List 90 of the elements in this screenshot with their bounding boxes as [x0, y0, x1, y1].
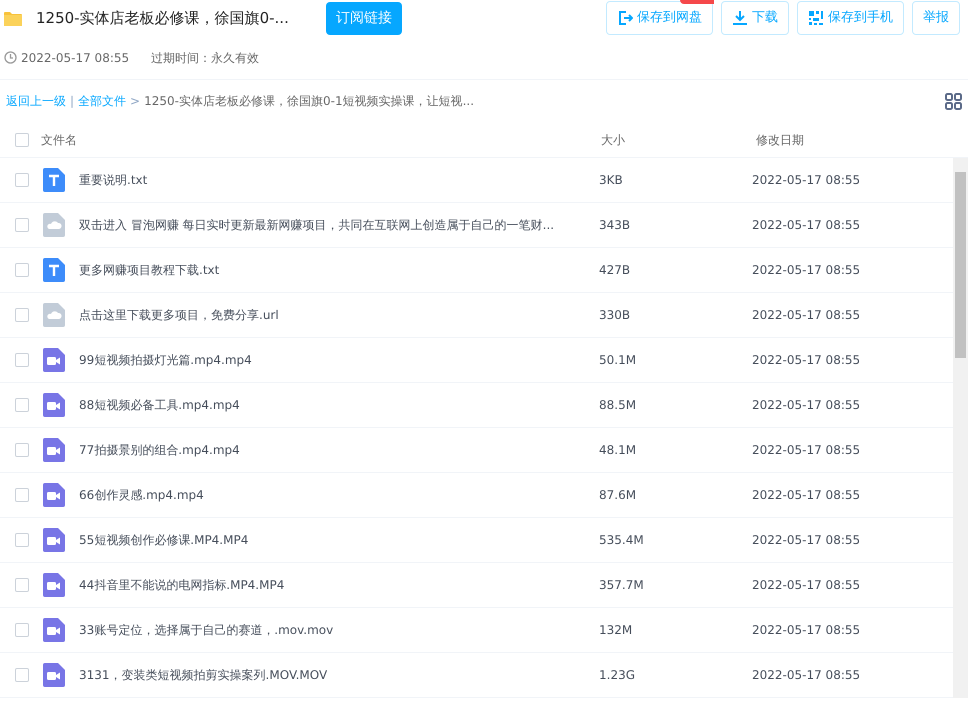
file-row[interactable]: 重要说明.txt 3KB 2022-05-17 08:55 [0, 158, 953, 203]
row-checkbox[interactable] [15, 263, 29, 277]
row-checkbox[interactable] [15, 398, 29, 412]
file-name[interactable]: 99短视频拍摄灯光篇.mp4.mp4 [79, 351, 599, 369]
modified-date: 2022-05-17 08:55 [752, 307, 860, 324]
modified-date: 2022-05-17 08:55 [752, 532, 860, 549]
file-size: 87.6M [599, 487, 638, 504]
file-row[interactable]: 88短视频必备工具.mp4.mp4 88.5M 2022-05-17 08:55 [0, 383, 953, 428]
file-name[interactable]: 3131，变装类短视频拍剪实操案列.MOV.MOV [79, 666, 599, 684]
file-size: 330B [599, 307, 632, 324]
modified-date: 2022-05-17 08:55 [752, 577, 860, 594]
download-icon [732, 10, 748, 26]
current-folder: 1250-实体店老板必修课，徐国旗0-1短视频实操课，让短视... [144, 93, 474, 110]
column-header[interactable]: 文件名 [41, 130, 601, 148]
video-file-icon [43, 438, 65, 462]
modified-date: 2022-05-17 08:55 [752, 262, 860, 279]
video-file-icon [43, 618, 65, 642]
modified-date: 2022-05-17 08:55 [752, 667, 860, 684]
cloud-file-icon [43, 303, 65, 327]
file-row[interactable]: 更多网赚项目教程下载.txt 427B 2022-05-17 08:55 [0, 248, 953, 293]
file-name[interactable]: 33账号定位，选择属于自己的赛道，.mov.mov [79, 621, 599, 639]
video-file-icon [43, 483, 65, 507]
cloud-file-icon [43, 213, 65, 237]
row-checkbox[interactable] [15, 353, 29, 367]
grid-view-icon[interactable] [945, 92, 962, 110]
file-row[interactable]: 66创作灵感.mp4.mp4 87.6M 2022-05-17 08:55 [0, 473, 953, 518]
file-row[interactable]: 99短视频拍摄灯光篇.mp4.mp4 50.1M 2022-05-17 08:55 [0, 338, 953, 383]
file-size: 3KB [599, 172, 624, 189]
file-row[interactable]: 33账号定位，选择属于自己的赛道，.mov.mov 132M 2022-05-17 08:55 [0, 608, 953, 653]
modified-date: 2022-05-17 08:55 [752, 217, 860, 234]
file-name[interactable]: 点击这里下载更多项目，免费分享.url [79, 306, 599, 324]
file-size: 343B [599, 217, 632, 234]
scrollbar[interactable] [953, 158, 968, 698]
column-header[interactable]: 修改日期 [756, 130, 804, 148]
modified-date: 2022-05-17 08:55 [752, 397, 860, 414]
file-name[interactable]: 更多网赚项目教程下载.txt [79, 261, 599, 279]
modified-date: 2022-05-17 08:55 [752, 442, 860, 459]
separator: | [70, 93, 74, 110]
row-checkbox[interactable] [15, 443, 29, 457]
video-file-icon [43, 348, 65, 372]
file-row[interactable]: 双击进入 冒泡网赚 每日实时更新最新网赚项目，共同在互联网上创造属于自己的一笔财... 343B 2022-05-17 08:55 [0, 203, 953, 248]
modified-date: 2022-05-17 08:55 [752, 622, 860, 639]
file-row[interactable]: 44抖音里不能说的电网指标.MP4.MP4 357.7M 2022-05-17 08:55 [0, 563, 953, 608]
file-name[interactable]: 77拍摄景别的组合.mp4.mp4 [79, 441, 599, 459]
file-name[interactable]: 重要说明.txt [79, 171, 599, 189]
file-size: 88.5M [599, 397, 638, 414]
row-checkbox[interactable] [15, 173, 29, 187]
select-all-checkbox[interactable] [15, 132, 29, 146]
expiry-text: 过期时间：永久有效 [151, 50, 260, 66]
qr-code-icon [808, 10, 824, 26]
file-size: 132M [599, 622, 634, 639]
text-file-icon [43, 168, 65, 192]
row-checkbox[interactable] [15, 218, 29, 232]
row-checkbox[interactable] [15, 578, 29, 592]
video-file-icon [43, 393, 65, 417]
row-checkbox[interactable] [15, 668, 29, 682]
file-name[interactable]: 55短视频创作必修课.MP4.MP4 [79, 531, 599, 549]
row-checkbox[interactable] [15, 533, 29, 547]
row-checkbox[interactable] [15, 488, 29, 502]
file-size: 535.4M [599, 532, 645, 549]
file-size: 48.1M [599, 442, 638, 459]
folder-icon [4, 10, 22, 26]
file-name[interactable]: 88短视频必备工具.mp4.mp4 [79, 396, 599, 414]
file-row[interactable]: 点击这里下载更多项目，免费分享.url 330B 2022-05-17 08:55 [0, 293, 953, 338]
video-file-icon [43, 528, 65, 552]
file-size: 1.23G [599, 667, 636, 684]
file-size: 50.1M [599, 352, 638, 369]
chevron: > [130, 93, 140, 110]
clock-icon [4, 51, 17, 64]
video-file-icon [43, 663, 65, 687]
share-date: 2022-05-17 08:55 [21, 50, 130, 66]
file-row[interactable]: 55短视频创作必修课.MP4.MP4 535.4M 2022-05-17 08:55 [0, 518, 953, 563]
save-icon [617, 10, 633, 26]
share-title: 1250-实体店老板必修课，徐国旗0-... [36, 8, 290, 29]
file-size: 427B [599, 262, 632, 279]
file-name[interactable]: 双击进入 冒泡网赚 每日实时更新最新网赚项目，共同在互联网上创造属于自己的一笔财... [79, 216, 599, 234]
text-file-icon [43, 258, 65, 282]
file-row[interactable]: 3131，变装类短视频拍剪实操案列.MOV.MOV 1.23G 2022-05-17 08:55 [0, 653, 953, 698]
row-checkbox[interactable] [15, 308, 29, 322]
file-name[interactable]: 44抖音里不能说的电网指标.MP4.MP4 [79, 576, 599, 594]
file-row[interactable]: 77拍摄景别的组合.mp4.mp4 48.1M 2022-05-17 08:55 [0, 428, 953, 473]
file-name[interactable]: 66创作灵感.mp4.mp4 [79, 486, 599, 504]
video-file-icon [43, 573, 65, 597]
column-header[interactable]: 大小 [601, 130, 756, 148]
row-checkbox[interactable] [15, 623, 29, 637]
modified-date: 2022-05-17 08:55 [752, 172, 860, 189]
modified-date: 2022-05-17 08:55 [752, 487, 860, 504]
modified-date: 2022-05-17 08:55 [752, 352, 860, 369]
scrollbar-thumb[interactable] [955, 172, 966, 358]
file-size: 357.7M [599, 577, 645, 594]
